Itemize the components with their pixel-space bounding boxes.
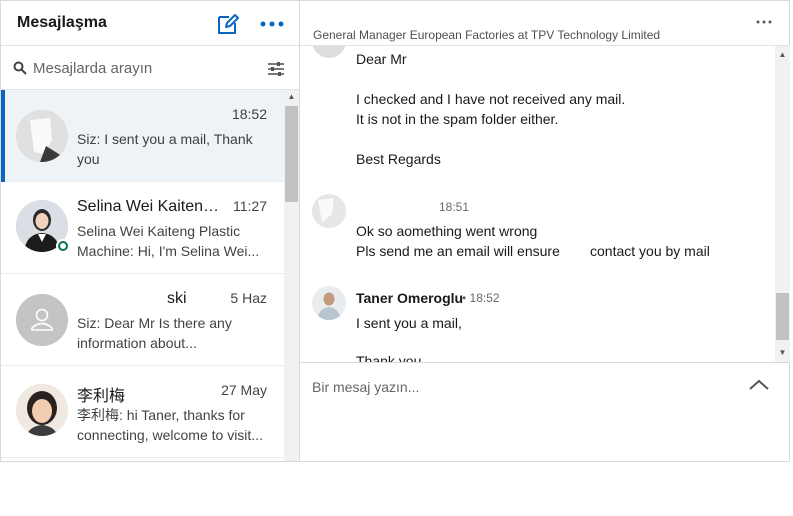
message-input[interactable] — [312, 375, 732, 399]
scroll-up-icon[interactable]: ▲ — [284, 90, 299, 104]
conversation-snippet: 李利梅: hi Taner, thanks for connecting, we… — [77, 407, 263, 443]
conversation-time: 27 May — [221, 382, 267, 398]
sender-name[interactable]: Taner Omeroglu — [356, 290, 463, 306]
conversation-item[interactable]: Selina Wei Kaiteng ... 11:27 Selina Wei … — [1, 182, 284, 274]
message-text: Thank you — [356, 353, 422, 362]
search-icon — [13, 61, 27, 75]
conversation-pane: Mesajlaşma Mesajlarda arayın 18:52 Siz: … — [1, 1, 300, 461]
conversation-list: 18:52 Siz: I sent you a mail, Thank you … — [1, 90, 299, 461]
conversation-time: 5 Haz — [230, 290, 267, 306]
scroll-up-icon[interactable]: ▲ — [775, 48, 790, 62]
conversation-snippet: Siz: Dear Mr Is there any information ab… — [77, 315, 232, 351]
message-text: Best Regards — [356, 151, 441, 167]
person-placeholder-icon — [16, 294, 68, 346]
message-text: I checked and I have not received any ma… — [356, 91, 626, 107]
chevron-up-icon[interactable] — [748, 377, 770, 393]
conversation-snippet: Selina Wei Kaiteng Plastic Machine: Hi, … — [77, 223, 260, 259]
message-text: contact you by mail — [590, 243, 710, 259]
contact-headline: General Manager European Factories at TP… — [313, 28, 661, 42]
avatar — [16, 110, 68, 162]
conversation-item[interactable]: 18:52 Siz: I sent you a mail, Thank you — [1, 90, 284, 182]
message-text: It is not in the spam folder either. — [356, 111, 559, 127]
page-title: Mesajlaşma — [17, 14, 107, 31]
conversation-time: 11:27 — [233, 198, 267, 214]
avatar — [16, 294, 68, 346]
thread-pane: General Manager European Factories at TP… — [300, 1, 790, 461]
scrollbar-thumb[interactable] — [285, 106, 298, 202]
thread-scrollbar[interactable]: ▲ ▼ — [775, 46, 790, 362]
conversation-snippet: Siz: I sent you a mail, Thank you — [77, 131, 253, 167]
message-composer — [300, 362, 790, 461]
more-icon — [260, 21, 284, 27]
conversation-scrollbar[interactable]: ▲ — [284, 90, 299, 461]
message-text: Pls send me an email will ensure — [356, 243, 560, 259]
message-thread: Dear Mr I checked and I have not receive… — [300, 46, 775, 362]
conversation-item[interactable]: ski 5 Haz Siz: Dear Mr Is there any info… — [1, 274, 284, 366]
left-header: Mesajlaşma — [1, 1, 299, 46]
message-text: Dear Mr — [356, 51, 407, 67]
more-icon[interactable] — [755, 13, 773, 31]
message-time: • 18:52 — [462, 291, 500, 305]
compose-button[interactable] — [216, 12, 240, 36]
scroll-down-icon[interactable]: ▼ — [775, 346, 790, 360]
conversation-name: 李利梅 — [77, 388, 126, 405]
avatar — [312, 194, 346, 228]
message-time: 18:51 — [439, 200, 470, 214]
conversation-item[interactable]: 李利梅 27 May 李利梅: hi Taner, thanks for con… — [1, 366, 284, 458]
message-text: I sent you a mail, — [356, 315, 462, 331]
online-status-badge — [56, 239, 70, 253]
conversation-name: Selina Wei Kaiteng ... — [77, 198, 225, 215]
conversation-name: ski — [167, 290, 187, 307]
messaging-window: Mesajlaşma Mesajlarda arayın 18:52 Siz: … — [0, 0, 790, 462]
filter-icon[interactable] — [267, 61, 285, 77]
message-text: Ok so aomething went wrong — [356, 223, 538, 239]
scrollbar-thumb[interactable] — [776, 293, 789, 340]
avatar — [312, 286, 346, 320]
search-input[interactable] — [33, 55, 253, 81]
avatar — [312, 46, 346, 58]
more-options-button[interactable] — [259, 12, 285, 36]
avatar — [16, 384, 68, 436]
compose-icon — [218, 14, 239, 34]
thread-header: General Manager European Factories at TP… — [300, 1, 790, 46]
conversation-time: 18:52 — [231, 106, 267, 122]
search-bar — [1, 46, 299, 90]
